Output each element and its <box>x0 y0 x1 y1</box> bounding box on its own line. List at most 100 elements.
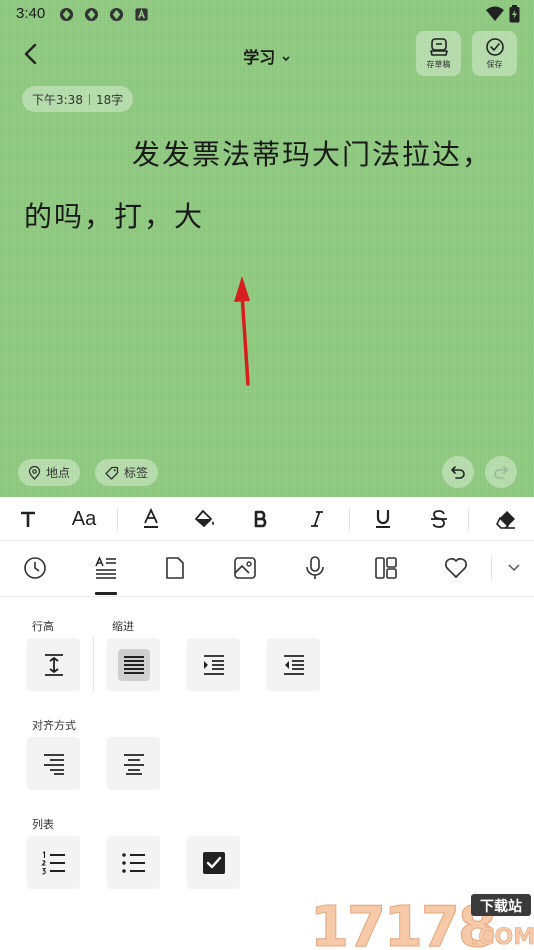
tag-chip[interactable]: 标签 <box>95 459 159 486</box>
checkbox-icon <box>202 851 225 874</box>
underline-button[interactable] <box>369 506 397 532</box>
list-label: 列表 <box>32 818 54 831</box>
toolbar-divider <box>468 508 469 530</box>
align-right-icon <box>43 753 64 775</box>
italic-button[interactable] <box>303 506 331 532</box>
save-button[interactable]: 保存 <box>472 31 517 76</box>
status-icons <box>485 5 520 23</box>
clear-format-button[interactable] <box>492 506 520 532</box>
bold-icon <box>254 510 267 528</box>
battery-icon <box>509 5 520 23</box>
eraser-icon <box>496 511 515 529</box>
italic-icon <box>311 511 323 527</box>
save-label: 保存 <box>486 60 503 69</box>
no-indent-selected <box>117 648 150 681</box>
expand-tabs-button[interactable] <box>501 555 527 581</box>
note-char-count: 18字 <box>95 92 124 107</box>
draft-icon <box>429 38 448 56</box>
indent-decrease-icon <box>283 654 304 675</box>
tool-tabs <box>0 541 534 597</box>
chevron-down-icon <box>282 56 290 62</box>
status-time: 3:40 <box>16 5 46 22</box>
status-bar: 3:40 <box>0 0 534 28</box>
location-pin-icon <box>28 465 41 480</box>
increase-indent-button[interactable] <box>187 638 240 691</box>
strikethrough-icon <box>431 510 447 528</box>
meta-divider <box>88 93 90 105</box>
line-height-label: 行高 <box>32 620 54 633</box>
paint-bucket-icon <box>195 510 214 527</box>
note-body[interactable]: 发发票法蒂玛大门法拉达，的吗，打，大 <box>24 124 494 248</box>
tab-time[interactable] <box>22 555 48 581</box>
redo-icon <box>494 466 508 479</box>
align-right-button[interactable] <box>27 737 80 790</box>
align-center-button[interactable] <box>107 737 160 790</box>
decrease-indent-button[interactable] <box>267 638 320 691</box>
bold-button[interactable] <box>247 506 275 532</box>
layout-icon <box>375 557 397 579</box>
location-chip[interactable]: 地点 <box>18 459 81 486</box>
bullet-list-icon <box>121 852 145 873</box>
site-watermark: 17178 下载站 .COM <box>310 894 534 950</box>
watermark-badge-text: 下载站 <box>480 898 522 915</box>
font-color-icon <box>144 508 158 528</box>
alignment-label: 对齐方式 <box>32 719 76 732</box>
microphone-icon <box>306 556 324 579</box>
watermark-domain: .COM <box>470 925 534 950</box>
app-notification-icon <box>59 7 74 22</box>
location-chip-label: 地点 <box>46 466 71 480</box>
tag-icon <box>105 466 119 480</box>
tab-layout[interactable] <box>373 555 399 581</box>
checklist-button[interactable] <box>187 836 240 889</box>
app-notification-icon <box>109 7 124 22</box>
indent-label: 缩进 <box>112 620 134 633</box>
tab-paragraph[interactable] <box>93 555 119 581</box>
numbered-list-icon <box>40 850 65 874</box>
clock-icon <box>24 557 46 579</box>
underline-icon <box>376 510 390 528</box>
strikethrough-button[interactable] <box>425 506 453 532</box>
undo-button[interactable] <box>442 456 474 488</box>
note-editor[interactable]: 3:40 学习 存草稿 保存 下午3:38 18字 发发票法蒂玛大门法拉达，的吗… <box>0 0 534 497</box>
toolbar-divider <box>349 508 350 530</box>
notebook-title-text: 学习 <box>243 48 276 67</box>
tab-image[interactable] <box>232 555 258 581</box>
tab-page[interactable] <box>162 555 188 581</box>
line-height-icon <box>44 653 63 676</box>
watermark-number: 17178 <box>310 895 495 950</box>
toolbar-divider <box>491 555 492 581</box>
no-indent-button[interactable] <box>107 638 160 691</box>
wifi-icon <box>486 6 504 21</box>
active-tab-indicator <box>95 592 117 595</box>
font-size-button[interactable]: Aa <box>64 506 104 532</box>
panel-divider <box>93 638 94 691</box>
tab-voice[interactable] <box>302 555 328 581</box>
line-height-button[interactable] <box>27 638 80 691</box>
bullet-list-button[interactable] <box>107 836 160 889</box>
paragraph-format-icon <box>95 556 116 579</box>
justify-icon <box>123 655 144 674</box>
text-style-button[interactable] <box>14 506 42 532</box>
chevron-down-icon <box>508 564 520 572</box>
highlight-color-button[interactable] <box>191 506 219 532</box>
app-notification-icon <box>84 7 99 22</box>
tab-sticker[interactable] <box>443 555 469 581</box>
red-arrow-annotation <box>234 276 250 386</box>
save-draft-button[interactable]: 存草稿 <box>416 31 461 76</box>
text-t-icon <box>21 511 35 527</box>
font-color-button[interactable] <box>137 506 165 532</box>
heart-icon <box>445 558 467 578</box>
save-draft-label: 存草稿 <box>426 60 451 69</box>
undo-icon <box>451 466 465 479</box>
note-time: 下午3:38 <box>32 92 83 107</box>
note-meta-chip: 下午3:38 18字 <box>22 86 134 112</box>
tag-chip-label: 标签 <box>124 466 149 480</box>
indent-increase-icon <box>203 654 224 675</box>
page-icon <box>166 557 184 579</box>
align-center-icon <box>123 753 144 775</box>
numbered-list-button[interactable] <box>27 836 80 889</box>
redo-button[interactable] <box>485 456 517 488</box>
font-size-glyph: Aa <box>71 507 97 530</box>
format-toolbar: Aa <box>0 497 534 541</box>
check-circle-icon <box>485 38 504 56</box>
